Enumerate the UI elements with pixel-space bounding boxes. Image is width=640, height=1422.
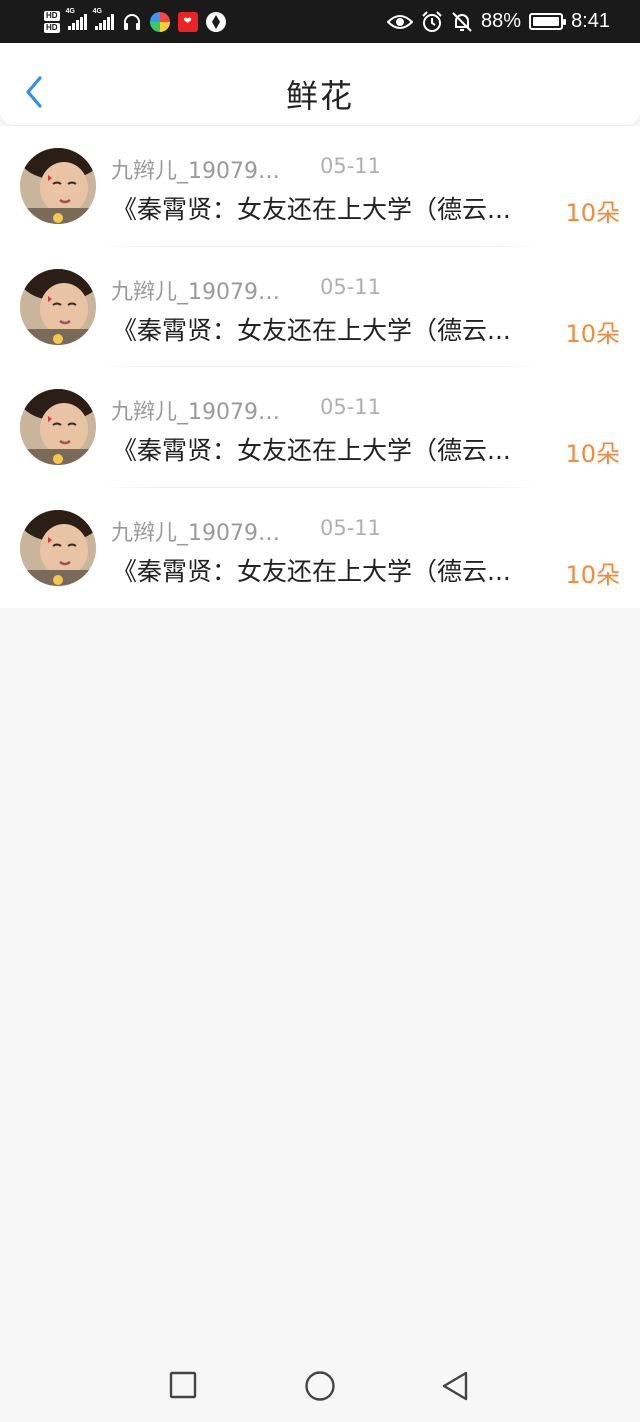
back-nav-button[interactable] — [440, 1370, 470, 1406]
recents-button[interactable] — [169, 1370, 197, 1404]
item-date: 05-11 — [320, 274, 382, 299]
circle-icon — [305, 1371, 335, 1401]
list-item[interactable]: 九辫儿_190795... 05-11 《秦霄贤：女友还在上大学（德云... 1… — [0, 488, 640, 609]
battery-icon — [529, 13, 567, 30]
list-item[interactable]: 九辫儿_190795... 05-11 《秦霄贤：女友还在上大学（德云... 1… — [0, 367, 640, 488]
mute-icon — [452, 11, 472, 32]
avatar — [20, 509, 96, 586]
avatar — [20, 148, 96, 224]
square-icon — [169, 1371, 197, 1399]
battery-percent: 88% — [481, 10, 522, 32]
item-title: 《秦霄贤：女友还在上大学（德云... — [112, 195, 511, 224]
list-item[interactable]: 九辫儿_190795... 05-11 《秦霄贤：女友还在上大学（德云... 1… — [0, 126, 640, 247]
app-icon: ❤ — [177, 11, 198, 32]
hd-badge: HD — [44, 10, 60, 21]
item-date: 05-11 — [320, 515, 382, 540]
user-name: 九辫儿_190795... — [111, 400, 291, 425]
avatar — [20, 389, 96, 465]
user-name: 九辫儿_190795... — [111, 520, 291, 546]
status-left: HD HD 4G 4G ❤ — [44, 8, 226, 33]
network-type: 4G — [65, 7, 75, 15]
hd-badge: HD — [44, 22, 60, 33]
signal-icon: 4G — [66, 8, 87, 30]
network-type: 4G — [92, 7, 102, 15]
system-nav-bar — [0, 1350, 640, 1422]
app-icon — [205, 11, 226, 32]
flower-count: 10朵 — [565, 199, 620, 227]
avatar — [20, 268, 96, 345]
user-name: 九辫儿_190795... — [111, 279, 291, 305]
item-date: 05-11 — [320, 154, 382, 178]
flower-record-list: 九辫儿_190795... 05-11 《秦霄贤：女友还在上大学（德云... 1… — [0, 126, 640, 608]
signal-icon: 4G — [93, 8, 114, 30]
alarm-icon — [422, 10, 442, 32]
item-title: 《秦霄贤：女友还在上大学（德云... — [112, 436, 511, 465]
triangle-back-icon — [442, 1371, 468, 1401]
list-item[interactable]: 九辫儿_190795... 05-11 《秦霄贤：女友还在上大学（德云... 1… — [0, 247, 640, 367]
app-icon — [149, 11, 170, 32]
item-date: 05-11 — [320, 395, 382, 419]
clock: 8:41 — [571, 10, 610, 32]
flower-count: 10朵 — [565, 440, 620, 468]
headphone-icon — [123, 13, 140, 30]
user-name: 九辫儿_190795... — [111, 159, 291, 184]
flower-count: 10朵 — [565, 319, 620, 348]
status-right: 88% 8:41 — [387, 10, 610, 33]
status-bar: HD HD 4G 4G ❤ 88% 8:41 — [0, 0, 640, 43]
flower-count: 10朵 — [565, 560, 620, 589]
home-button[interactable] — [304, 1370, 336, 1406]
item-title: 《秦霄贤：女友还在上大学（德云... — [112, 315, 511, 345]
hd-indicators: HD HD — [44, 10, 60, 33]
item-title: 《秦霄贤：女友还在上大学（德云... — [112, 556, 511, 586]
eye-icon — [387, 14, 414, 29]
page-title: 鲜花 — [285, 77, 354, 115]
page-header: 鲜花 — [0, 43, 640, 125]
